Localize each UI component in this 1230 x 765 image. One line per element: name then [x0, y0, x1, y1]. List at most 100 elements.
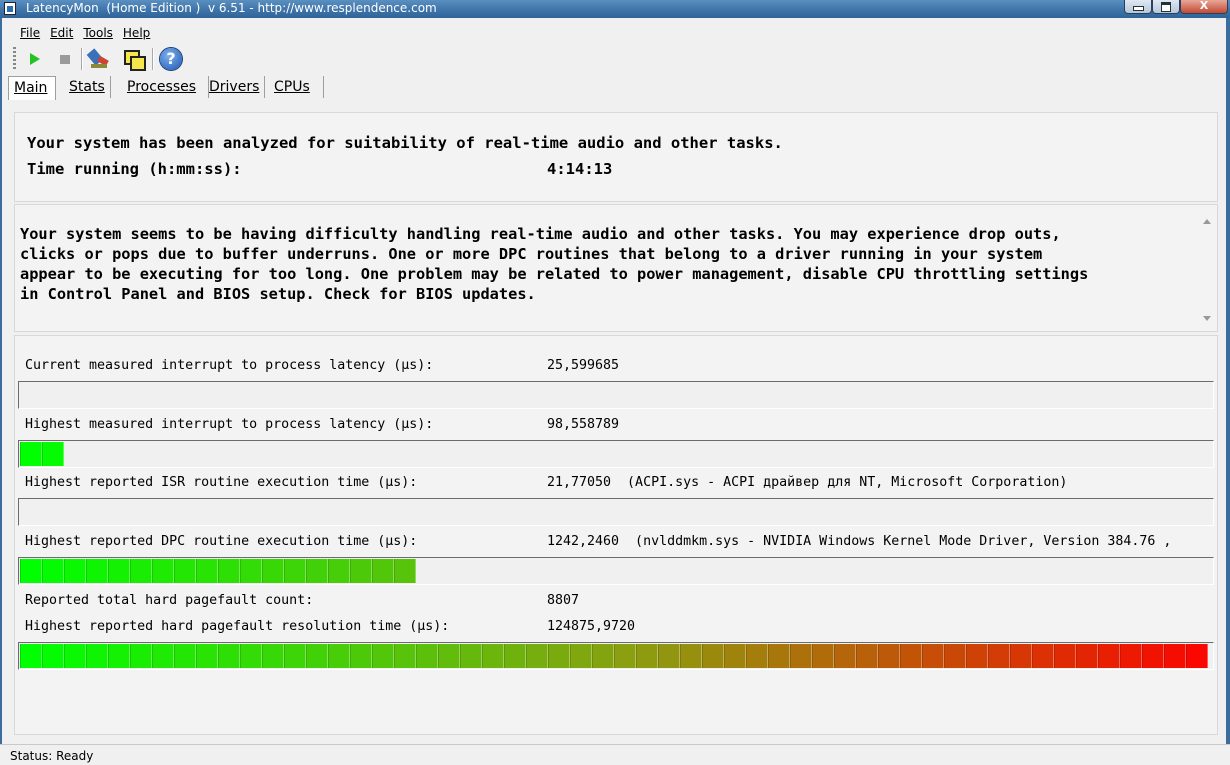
windows-icon[interactable] — [121, 47, 146, 71]
close-button[interactable]: X — [1180, 0, 1228, 14]
scroll-up-icon[interactable] — [1203, 219, 1211, 224]
bar-segment — [1164, 644, 1186, 668]
bar-fill — [20, 559, 416, 583]
metric-value: 25,599685 — [547, 358, 620, 373]
window-left-border — [0, 18, 2, 764]
bar-segment — [1098, 644, 1120, 668]
metric-label: Highest reported ISR routine execution t… — [25, 475, 418, 490]
bar-segment — [790, 644, 812, 668]
tab-stats[interactable]: Stats — [64, 76, 111, 98]
app-icon[interactable] — [4, 2, 16, 15]
bar-segment — [1076, 644, 1098, 668]
tab-cpus[interactable]: CPUs — [269, 76, 324, 98]
bar-segment — [504, 644, 526, 668]
status-text: Status: Ready — [10, 749, 94, 763]
minimize-button[interactable] — [1124, 0, 1152, 14]
bar-segment — [614, 644, 636, 668]
metrics-panel: Current measured interrupt to process la… — [14, 335, 1218, 735]
bar-segment — [878, 644, 900, 668]
bar-segment — [152, 644, 174, 668]
bar-segment — [284, 559, 306, 583]
bar-segment — [64, 559, 86, 583]
bar-segment — [196, 559, 218, 583]
bar-segment — [218, 644, 240, 668]
bar-segment — [306, 644, 328, 668]
toolbar-grip[interactable] — [13, 47, 16, 71]
bar-segment — [218, 559, 240, 583]
bar-segment — [900, 644, 922, 668]
latency-bar — [18, 557, 1214, 585]
bar-segment — [108, 559, 130, 583]
bar-segment — [1054, 644, 1076, 668]
metric-label: Highest measured interrupt to process la… — [25, 417, 434, 432]
maximize-button[interactable] — [1152, 0, 1180, 14]
maximize-icon — [1161, 2, 1171, 12]
bar-segment — [174, 559, 196, 583]
bar-segment — [746, 644, 768, 668]
metric-label: Reported total hard pagefault count: — [25, 593, 314, 608]
bar-segment — [724, 644, 746, 668]
bar-segment — [152, 559, 174, 583]
close-icon: X — [1199, 0, 1209, 12]
bar-segment — [680, 644, 702, 668]
bar-segment — [174, 644, 196, 668]
menu-edit[interactable]: Edit — [49, 26, 74, 40]
bar-segment — [482, 644, 504, 668]
message-scrollbar[interactable] — [1201, 207, 1215, 329]
metric-label: Current measured interrupt to process la… — [25, 358, 434, 373]
bar-segment — [812, 644, 834, 668]
tools-icon[interactable] — [86, 47, 111, 71]
bar-segment — [64, 644, 86, 668]
summary-panel: Your system has been analyzed for suitab… — [14, 112, 1218, 202]
bar-segment — [548, 644, 570, 668]
bar-segment — [108, 644, 130, 668]
bar-segment — [966, 644, 988, 668]
play-icon[interactable] — [23, 47, 47, 71]
bar-segment — [1120, 644, 1142, 668]
latency-bar — [18, 381, 1214, 409]
bar-segment — [1010, 644, 1032, 668]
bar-segment — [240, 644, 262, 668]
bar-segment — [130, 644, 152, 668]
bar-segment — [922, 644, 944, 668]
bar-segment — [130, 559, 152, 583]
bar-segment — [350, 559, 372, 583]
bar-segment — [658, 644, 680, 668]
bar-segment — [262, 644, 284, 668]
menu-help[interactable]: Help — [122, 26, 151, 40]
bar-segment — [20, 442, 42, 466]
menu-tools[interactable]: Tools — [82, 26, 114, 40]
minimize-icon — [1132, 6, 1144, 11]
bar-segment — [284, 644, 306, 668]
tab-main[interactable]: Main — [8, 76, 56, 100]
latency-bar — [18, 642, 1214, 670]
help-icon[interactable] — [159, 47, 183, 71]
metric-value: 1242,2460 (nvlddmkm.sys - NVIDIA Windows… — [547, 534, 1172, 549]
bar-segment — [1142, 644, 1164, 668]
menu-file[interactable]: File — [19, 26, 41, 40]
bar-segment — [328, 644, 350, 668]
bar-segment — [394, 559, 416, 583]
bar-segment — [42, 644, 64, 668]
bar-segment — [1032, 644, 1054, 668]
message-panel[interactable]: Your system seems to be having difficult… — [14, 204, 1218, 332]
bar-segment — [196, 644, 218, 668]
stop-icon[interactable] — [53, 47, 77, 71]
metric-value: 21,77050 (ACPI.sys - ACPI драйвер для NT… — [547, 475, 1068, 490]
title-bar[interactable]: LatencyMon (Home Edition ) v 6.51 - http… — [0, 0, 1230, 18]
bar-segment — [636, 644, 658, 668]
metric-value: 8807 — [547, 593, 580, 608]
diagnosis-message: Your system seems to be having difficult… — [20, 225, 1089, 303]
window-title: LatencyMon (Home Edition ) v 6.51 - http… — [26, 1, 437, 15]
tab-processes[interactable]: Processes — [122, 76, 209, 98]
bar-segment — [570, 644, 592, 668]
scroll-down-icon[interactable] — [1203, 316, 1211, 321]
bar-segment — [768, 644, 790, 668]
metric-value: 124875,9720 — [547, 619, 636, 634]
tab-drivers[interactable]: Drivers — [204, 76, 265, 98]
bar-segment — [262, 559, 284, 583]
bar-segment — [20, 559, 42, 583]
bar-segment — [438, 644, 460, 668]
bar-segment — [988, 644, 1010, 668]
bar-segment — [20, 644, 42, 668]
